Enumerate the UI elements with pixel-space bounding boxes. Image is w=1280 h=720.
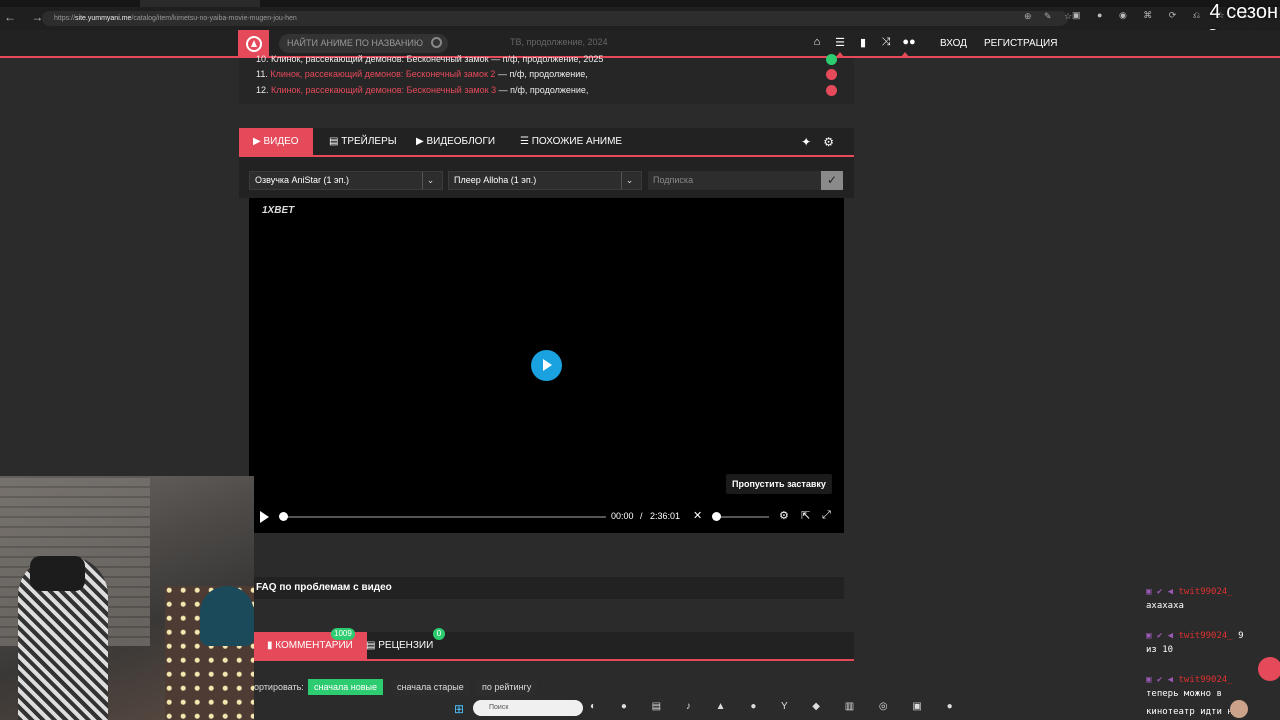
sort-rating-button[interactable]: по рейтингу (476, 679, 538, 695)
player-brand-logo: 1XBET (262, 205, 295, 216)
related-meta: — п/ф, продолжение, 2025 (488, 54, 604, 64)
related-num: 10. (256, 54, 269, 64)
address-bar[interactable]: https://site.yummyani.me/catalog/item/ki… (42, 11, 1068, 26)
list-item[interactable]: 10. Клинок, рассекающий демонов: Бесконе… (256, 54, 837, 65)
webcam-person (200, 586, 254, 646)
video-player[interactable]: 1XBET Пропустить заставку 00:00 / 2:36:0… (249, 198, 844, 533)
subscribe-check-button[interactable]: ✓ (821, 171, 843, 190)
settings-icon[interactable]: ⚙ (779, 509, 789, 522)
start-icon[interactable]: ⊞ (454, 702, 464, 716)
chat-badges: ▣ ✔ ◀ (1146, 675, 1174, 685)
time-total: 2:36:01 (650, 511, 681, 521)
header-nav-icons: ⌂ ☰ ▮ ⤨ ●● (810, 36, 916, 49)
faq-link[interactable]: FAQ по проблемам с видео (249, 577, 844, 599)
url-host: site.yummyani.me (75, 15, 132, 22)
tab-video[interactable]: ▶ ВИДЕО (239, 128, 313, 155)
users-icon[interactable]: ●● (902, 36, 916, 49)
overlay-season: 4 сезон (1209, 1, 1278, 23)
chat-message: ▣ ✔ ◀ twit99024_ 9 (1146, 631, 1244, 641)
time-separator: / (640, 511, 643, 521)
stats-icon[interactable]: ▮ (856, 36, 870, 49)
url-scheme: https:// (54, 15, 76, 22)
tab-similar[interactable]: ☰ ПОХОЖИЕ АНИМЕ (506, 128, 636, 155)
url-path: /catalog/item/kimetsu-no-yaiba-movie-mug… (131, 15, 297, 22)
chat-bubble-icon[interactable] (1258, 657, 1280, 681)
taskbar-search[interactable]: Поиск (473, 700, 583, 716)
dub-select-value: Озвучка AniStar (1 эп.) (255, 175, 350, 185)
popout-icon[interactable]: ⇱ (801, 509, 810, 522)
related-list: 10. Клинок, рассекающий демонов: Бесконе… (239, 54, 854, 104)
bulb-icon[interactable]: ✦ (801, 135, 823, 149)
sort-new-button[interactable]: сначала новые (308, 679, 383, 695)
progress-bar[interactable] (283, 516, 606, 518)
subscribe-input[interactable]: Подписка (648, 171, 821, 190)
tab-vlogs[interactable]: ▶ ВИДЕОБЛОГИ (402, 128, 509, 155)
header-ghost-text: ТВ, продолжение, 2024 (510, 37, 608, 47)
dub-select[interactable]: Озвучка AniStar (1 эп.) ⌄ (249, 171, 443, 190)
related-title[interactable]: Клинок, рассекающий демонов: Бесконечный… (271, 54, 489, 64)
chat-badges: ▣ ✔ ◀ (1146, 587, 1174, 597)
random-icon[interactable]: ⤨ (879, 36, 893, 49)
search-icon[interactable] (431, 37, 442, 48)
tab-strip (0, 0, 1280, 7)
sort-old-button[interactable]: сначала старые (391, 679, 470, 695)
related-num: 11. (256, 69, 268, 79)
nav-active-marker (836, 52, 844, 57)
chat-text: ахахаха (1146, 601, 1184, 611)
nav-active-marker-users (901, 52, 909, 57)
play-icon[interactable] (260, 511, 269, 523)
webcam-overlay (0, 476, 254, 720)
list-item[interactable]: 12. Клинок, рассекающий демонов: Бесконе… (256, 85, 837, 96)
address-bar-icons[interactable]: ⊕ ✎ ☆ (1024, 11, 1077, 22)
player-select-value: Плеер Alloha (1 эп.) (454, 175, 537, 185)
volume-slider[interactable] (714, 516, 769, 518)
volume-knob[interactable] (712, 512, 721, 521)
player-select[interactable]: Плеер Alloha (1 эп.) ⌄ (448, 171, 642, 190)
search-input[interactable]: НАЙТИ АНИМЕ ПО НАЗВАНИЮ (279, 34, 448, 53)
related-title[interactable]: Клинок, рассекающий демонов: Бесконечный… (271, 85, 496, 95)
login-link[interactable]: ВХОД (940, 38, 967, 49)
chat-message: ▣ ✔ ◀ twit99024_ (1146, 675, 1233, 685)
play-button-big[interactable] (531, 350, 562, 381)
status-dot (826, 85, 837, 96)
related-meta: — п/ф, продолжение, (495, 69, 588, 79)
time-current: 00:00 (611, 511, 634, 521)
list-icon[interactable]: ☰ (833, 36, 847, 49)
progress-knob[interactable] (279, 512, 288, 521)
status-dot (826, 54, 837, 65)
chat-username: twit99024_ (1178, 587, 1233, 597)
status-dot (826, 69, 837, 80)
chat-message: ▣ ✔ ◀ twit99024_ (1146, 587, 1233, 597)
chevron-down-icon: ⌄ (621, 172, 637, 189)
browser-tab-active[interactable] (140, 0, 260, 7)
chat-text: из 10 (1146, 645, 1174, 655)
chat-text-extra: 9 (1238, 631, 1244, 641)
video-tab-icons: ✦⚙ (801, 135, 846, 149)
home-icon[interactable]: ⌂ (810, 36, 824, 49)
comments-tabs: ▮ КОММЕНТАРИИ 1009 ▤ РЕЦЕНЗИИ 0 (239, 628, 854, 661)
gear-icon[interactable]: ⚙ (823, 135, 846, 149)
related-num: 12. (256, 85, 269, 95)
chat-username: twit99024_ (1178, 675, 1233, 685)
logo-icon (245, 36, 262, 52)
tab-trailers[interactable]: ▤ ТРЕЙЛЕРЫ (315, 128, 411, 155)
list-item[interactable]: 11. Клинок, рассекающий демонов: Бесконе… (256, 69, 837, 80)
related-meta: — п/ф, продолжение, (496, 85, 589, 95)
mute-icon[interactable]: ✕ (693, 509, 702, 522)
chevron-down-icon: ⌄ (422, 172, 438, 189)
webcam-headrest (30, 556, 85, 591)
search-placeholder: НАЙТИ АНИМЕ ПО НАЗВАНИЮ (287, 38, 423, 48)
video-tabs: ▶ ВИДЕО ▤ ТРЕЙЛЕРЫ ▶ ВИДЕОБЛОГИ ☰ ПОХОЖИ… (239, 128, 854, 157)
skip-intro-button[interactable]: Пропустить заставку (726, 474, 832, 494)
fullscreen-icon[interactable]: ⤢ (822, 509, 831, 522)
related-title[interactable]: Клинок, рассекающий демонов: Бесконечный… (270, 69, 495, 79)
chat-badges: ▣ ✔ ◀ (1146, 631, 1174, 641)
sort-label: ортировать: (254, 682, 304, 692)
chat-username: twit99024_ (1178, 631, 1233, 641)
site-header (0, 30, 1280, 58)
reviews-count-badge: 0 (433, 628, 445, 640)
register-link[interactable]: РЕГИСТРАЦИЯ (984, 38, 1057, 49)
taskbar-app-icons[interactable]: ◐ ● ▤ ♪ ▲ ● Y ◆ ▥ ◎ ▣ ● (590, 701, 964, 712)
